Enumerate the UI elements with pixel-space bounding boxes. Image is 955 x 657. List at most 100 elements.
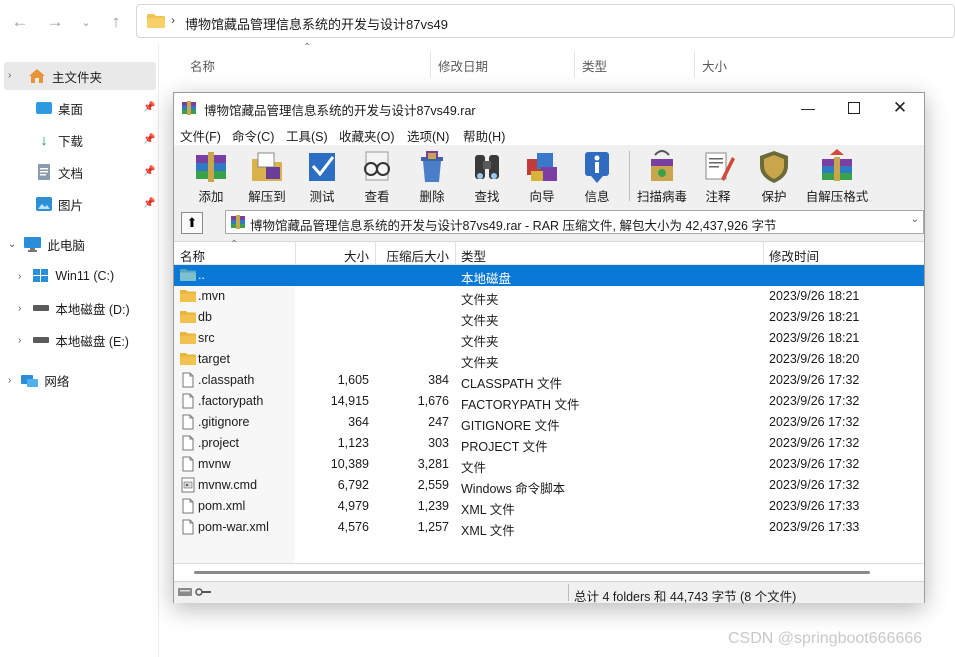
file-row[interactable]: src 文件夹 2023/9/26 18:21 — [174, 328, 924, 349]
file-row[interactable]: .factorypath 14,915 1,676 FACTORYPATH 文件 202… — [174, 391, 924, 412]
file-packed-size: 303 — [428, 436, 449, 450]
file-row[interactable]: mvnw 10,389 3,281 文件 2023/9/26 17:32 — [174, 454, 924, 475]
sidebar-item-label: 网络 — [44, 374, 70, 389]
sidebar-item-label: 本地磁盘 (D:) — [55, 302, 130, 317]
pin-icon[interactable]: 📌 — [143, 102, 155, 113]
column-modified[interactable]: 修改日期 — [438, 56, 488, 75]
file-name: target — [198, 352, 230, 366]
view-label: 查看 — [364, 190, 390, 204]
menu-favorites[interactable]: 收藏夹(O) — [339, 126, 395, 145]
sidebar-item-thispc[interactable]: ⌄ 此电脑 — [8, 230, 85, 258]
chevron-right-icon: › — [8, 374, 12, 386]
pin-icon[interactable]: 📌 — [143, 166, 155, 177]
sidebar-item-drive-e[interactable]: › 本地磁盘 (E:) — [18, 326, 129, 354]
extract-to-button[interactable]: 解压到 — [237, 147, 297, 205]
menu-help[interactable]: 帮助(H) — [463, 126, 505, 145]
file-size: 4,576 — [337, 520, 369, 534]
file-row[interactable]: db 文件夹 2023/9/26 18:21 — [174, 307, 924, 328]
view-button[interactable]: 查看 — [347, 147, 407, 205]
find-button[interactable]: 查找 — [457, 147, 517, 205]
file-row[interactable]: .mvn 文件夹 2023/9/26 18:21 — [174, 286, 924, 307]
back-icon[interactable]: ← — [8, 10, 32, 34]
recent-chevron-icon[interactable]: ⌄ — [74, 10, 98, 34]
file-name: pom.xml — [198, 499, 246, 513]
trash-delete-icon — [413, 149, 451, 185]
chevron-down-icon[interactable]: ⌄ — [911, 214, 919, 225]
menu-options[interactable]: 选项(N) — [407, 126, 449, 145]
column-divider[interactable] — [694, 52, 695, 78]
horizontal-scrollbar[interactable] — [174, 563, 924, 581]
column-type[interactable]: 类型 — [461, 246, 486, 265]
menu-commands[interactable]: 命令(C) — [232, 126, 274, 145]
test-button[interactable]: 测试 — [292, 147, 352, 205]
file-row[interactable]: pom-war.xml 4,576 1,257 XML 文件 2023/9/26 17:… — [174, 517, 924, 538]
sort-up-icon: ⌃ — [230, 239, 239, 250]
delete-button[interactable]: 删除 — [402, 147, 462, 205]
add-button[interactable]: 添加 — [181, 147, 241, 205]
file-type: XML 文件 — [461, 503, 515, 517]
path-bar: ⬆ 博物馆藏品管理信息系统的开发与设计87vs49.rar - RAR 压缩文件… — [174, 209, 924, 237]
file-row[interactable]: .. 本地磁盘 — [174, 265, 924, 286]
column-divider[interactable] — [574, 52, 575, 78]
close-button[interactable]: ✕ — [877, 93, 923, 123]
pin-icon[interactable]: 📌 — [143, 198, 155, 209]
address-bar[interactable]: › 博物馆藏品管理信息系统的开发与设计87vs49 — [136, 4, 955, 38]
maximize-button[interactable] — [831, 93, 877, 123]
file-icon — [182, 456, 194, 472]
sidebar-item-documents[interactable]: 文档 — [36, 158, 83, 186]
column-divider[interactable] — [763, 242, 764, 264]
column-type[interactable]: 类型 — [582, 56, 607, 75]
archive-path-combo[interactable]: 博物馆藏品管理信息系统的开发与设计87vs49.rar - RAR 压缩文件, … — [225, 210, 924, 234]
file-list: 名称 ⌃ 大小 压缩后大小 类型 修改时间 .. 本地磁盘 .mvn 文件夹 2023/… — [174, 239, 924, 564]
file-modified: 2023/9/26 18:21 — [769, 310, 860, 324]
sidebar-item-desktop[interactable]: 桌面 — [36, 94, 83, 122]
delete-label: 删除 — [419, 190, 445, 204]
pin-icon[interactable]: 📌 — [143, 134, 155, 145]
menu-tools[interactable]: 工具(S) — [286, 126, 328, 145]
title-bar[interactable]: 博物馆藏品管理信息系统的开发与设计87vs49.rar — ✕ — [174, 93, 924, 123]
file-row[interactable]: .project 1,123 303 PROJECT 文件 2023/9/26 17:3… — [174, 433, 924, 454]
sidebar-item-drive-d[interactable]: › 本地磁盘 (D:) — [18, 294, 130, 322]
up-icon[interactable]: ↑ — [104, 10, 128, 34]
sidebar-item-home[interactable]: › 主文件夹 — [4, 62, 156, 90]
menu-file[interactable]: 文件(F) — [180, 126, 221, 145]
file-name: .. — [198, 268, 205, 282]
protect-button[interactable]: 保护 — [744, 147, 804, 205]
file-row[interactable]: .gitignore 364 247 GITIGNORE 文件 2023/9/26 17… — [174, 412, 924, 433]
file-packed-size: 247 — [428, 415, 449, 429]
comment-button[interactable]: 注释 — [688, 147, 748, 205]
column-size[interactable]: 大小 — [702, 56, 727, 75]
column-size[interactable]: 大小 — [295, 246, 369, 265]
up-folder-button[interactable]: ⬆ — [181, 212, 203, 234]
sfx-button[interactable]: 自解压格式 — [802, 147, 872, 205]
wizard-button[interactable]: 向导 — [512, 147, 572, 205]
virus-scan-button[interactable]: 扫描病毒 — [632, 147, 692, 205]
minimize-button[interactable]: — — [785, 93, 831, 123]
file-row[interactable]: mvnw.cmd 6,792 2,559 Windows 命令脚本 2023/9/26 … — [174, 475, 924, 496]
info-button[interactable]: 信息 — [567, 147, 627, 205]
sidebar-item-pictures[interactable]: 图片 — [36, 190, 83, 218]
scrollbar-thumb[interactable] — [194, 571, 870, 574]
books-add-icon — [192, 149, 230, 185]
column-packed[interactable]: 压缩后大小 — [375, 246, 449, 265]
drive-key-icon[interactable] — [178, 586, 212, 598]
file-size: 4,979 — [337, 499, 369, 513]
file-row[interactable]: .classpath 1,605 384 CLASSPATH 文件 2023/9/26 … — [174, 370, 924, 391]
column-modified[interactable]: 修改时间 — [769, 246, 819, 265]
file-row[interactable]: pom.xml 4,979 1,239 XML 文件 2023/9/26 17:33 — [174, 496, 924, 517]
file-modified: 2023/9/26 17:32 — [769, 436, 860, 450]
file-name: .mvn — [198, 289, 226, 303]
address-chevron-icon: › — [171, 13, 175, 27]
document-icon — [38, 164, 50, 180]
test-check-icon — [303, 149, 341, 185]
file-modified: 2023/9/26 18:21 — [769, 331, 860, 345]
column-divider[interactable] — [430, 52, 431, 78]
column-name[interactable]: 名称 — [180, 246, 205, 265]
file-row[interactable]: target 文件夹 2023/9/26 18:20 — [174, 349, 924, 370]
column-divider[interactable] — [455, 242, 456, 264]
column-name[interactable]: 名称 — [190, 56, 215, 75]
sidebar-item-downloads[interactable]: ↓ 下载 — [36, 126, 83, 154]
forward-icon[interactable]: → — [43, 10, 67, 34]
sidebar-item-drive-c[interactable]: › Win11 (C:) — [18, 262, 114, 290]
sidebar-item-network[interactable]: › 网络 — [8, 366, 69, 394]
